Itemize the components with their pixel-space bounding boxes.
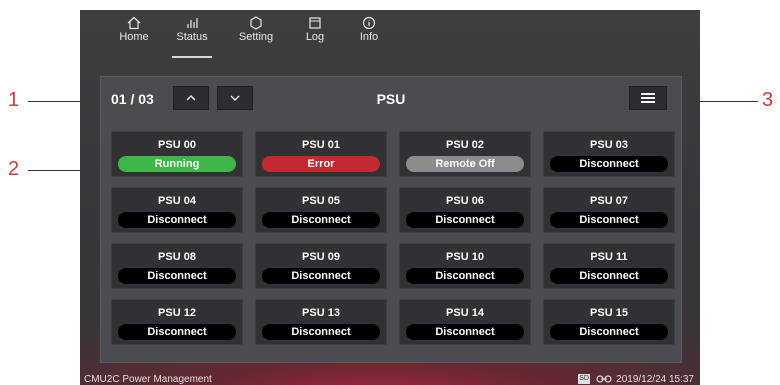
psu-name: PSU 07 bbox=[590, 195, 628, 207]
psu-status-badge: Disconnect bbox=[118, 268, 236, 284]
psu-tile[interactable]: PSU 12 Disconnect bbox=[111, 299, 243, 345]
device-screen: Home Status Setting Log Info 01 / 03 PSU bbox=[80, 10, 700, 385]
bar-chart-icon bbox=[187, 18, 198, 28]
nav-status[interactable]: Status bbox=[164, 14, 220, 58]
psu-status-badge: Disconnect bbox=[550, 156, 668, 172]
nav-info[interactable]: Info bbox=[341, 14, 397, 56]
psu-tile[interactable]: PSU 13 Disconnect bbox=[255, 299, 387, 345]
psu-status-badge: Disconnect bbox=[262, 324, 380, 340]
nav-setting-label: Setting bbox=[238, 31, 274, 43]
psu-name: PSU 13 bbox=[302, 307, 340, 319]
app-name: CMU2C Power Management bbox=[84, 374, 212, 385]
nav-log[interactable]: Log bbox=[287, 14, 343, 56]
psu-tile[interactable]: PSU 07 Disconnect bbox=[543, 187, 675, 233]
psu-status-badge: Disconnect bbox=[118, 212, 236, 228]
psu-panel: 01 / 03 PSU PSU 00 Running PSU 01 Error PSU … bbox=[100, 76, 682, 363]
psu-name: PSU 00 bbox=[158, 139, 196, 151]
connection-icon bbox=[596, 375, 612, 383]
psu-tile[interactable]: PSU 02 Remote Off bbox=[399, 131, 531, 177]
psu-tile[interactable]: PSU 10 Disconnect bbox=[399, 243, 531, 289]
nav-home-label: Home bbox=[119, 31, 149, 43]
psu-name: PSU 11 bbox=[590, 251, 628, 263]
home-icon bbox=[127, 16, 141, 30]
psu-status-badge: Disconnect bbox=[550, 212, 668, 228]
status-bar-right: SD 2019/12/24 15:37 bbox=[578, 374, 694, 385]
psu-tile[interactable]: PSU 08 Disconnect bbox=[111, 243, 243, 289]
psu-tile[interactable]: PSU 03 Disconnect bbox=[543, 131, 675, 177]
top-nav: Home Status Setting Log Info bbox=[80, 10, 700, 58]
nav-info-label: Info bbox=[359, 31, 379, 43]
menu-icon bbox=[641, 93, 655, 95]
psu-tile[interactable]: PSU 00 Running bbox=[111, 131, 243, 177]
nav-status-label: Status bbox=[176, 31, 208, 43]
psu-name: PSU 15 bbox=[590, 307, 628, 319]
menu-button[interactable] bbox=[629, 86, 667, 110]
callout-2: 2 bbox=[8, 158, 20, 180]
psu-name: PSU 08 bbox=[158, 251, 196, 263]
psu-tile[interactable]: PSU 11 Disconnect bbox=[543, 243, 675, 289]
psu-tile[interactable]: PSU 06 Disconnect bbox=[399, 187, 531, 233]
psu-tile[interactable]: PSU 15 Disconnect bbox=[543, 299, 675, 345]
psu-name: PSU 09 bbox=[302, 251, 340, 263]
datetime: 2019/12/24 15:37 bbox=[616, 374, 694, 385]
nav-home[interactable]: Home bbox=[106, 14, 162, 56]
psu-tile[interactable]: PSU 05 Disconnect bbox=[255, 187, 387, 233]
psu-name: PSU 04 bbox=[158, 195, 196, 207]
psu-status-badge: Disconnect bbox=[550, 324, 668, 340]
psu-name: PSU 03 bbox=[590, 139, 628, 151]
psu-name: PSU 14 bbox=[446, 307, 484, 319]
nav-log-label: Log bbox=[305, 31, 325, 43]
callout-1: 1 bbox=[8, 89, 20, 111]
psu-name: PSU 01 bbox=[302, 139, 340, 151]
psu-tile[interactable]: PSU 14 Disconnect bbox=[399, 299, 531, 345]
psu-name: PSU 06 bbox=[446, 195, 484, 207]
psu-status-badge: Disconnect bbox=[118, 324, 236, 340]
psu-name: PSU 10 bbox=[446, 251, 484, 263]
psu-tile[interactable]: PSU 04 Disconnect bbox=[111, 187, 243, 233]
psu-name: PSU 02 bbox=[446, 139, 484, 151]
psu-tile[interactable]: PSU 01 Error bbox=[255, 131, 387, 177]
psu-status-badge: Disconnect bbox=[550, 268, 668, 284]
sd-card-icon: SD bbox=[578, 374, 591, 385]
psu-status-badge: Remote Off bbox=[406, 156, 524, 172]
psu-tile[interactable]: PSU 09 Disconnect bbox=[255, 243, 387, 289]
callout-3: 3 bbox=[762, 89, 774, 111]
log-icon bbox=[309, 17, 321, 29]
psu-name: PSU 12 bbox=[158, 307, 196, 319]
psu-status-badge: Disconnect bbox=[406, 324, 524, 340]
psu-status-badge: Disconnect bbox=[406, 268, 524, 284]
psu-status-badge: Running bbox=[118, 156, 236, 172]
info-icon bbox=[362, 16, 376, 30]
psu-name: PSU 05 bbox=[302, 195, 340, 207]
gear-icon bbox=[250, 16, 262, 30]
psu-status-badge: Disconnect bbox=[262, 268, 380, 284]
nav-setting[interactable]: Setting bbox=[228, 14, 284, 56]
psu-status-badge: Disconnect bbox=[406, 212, 524, 228]
psu-status-badge: Disconnect bbox=[262, 212, 380, 228]
panel-title: PSU bbox=[376, 91, 406, 107]
psu-status-badge: Error bbox=[262, 156, 380, 172]
